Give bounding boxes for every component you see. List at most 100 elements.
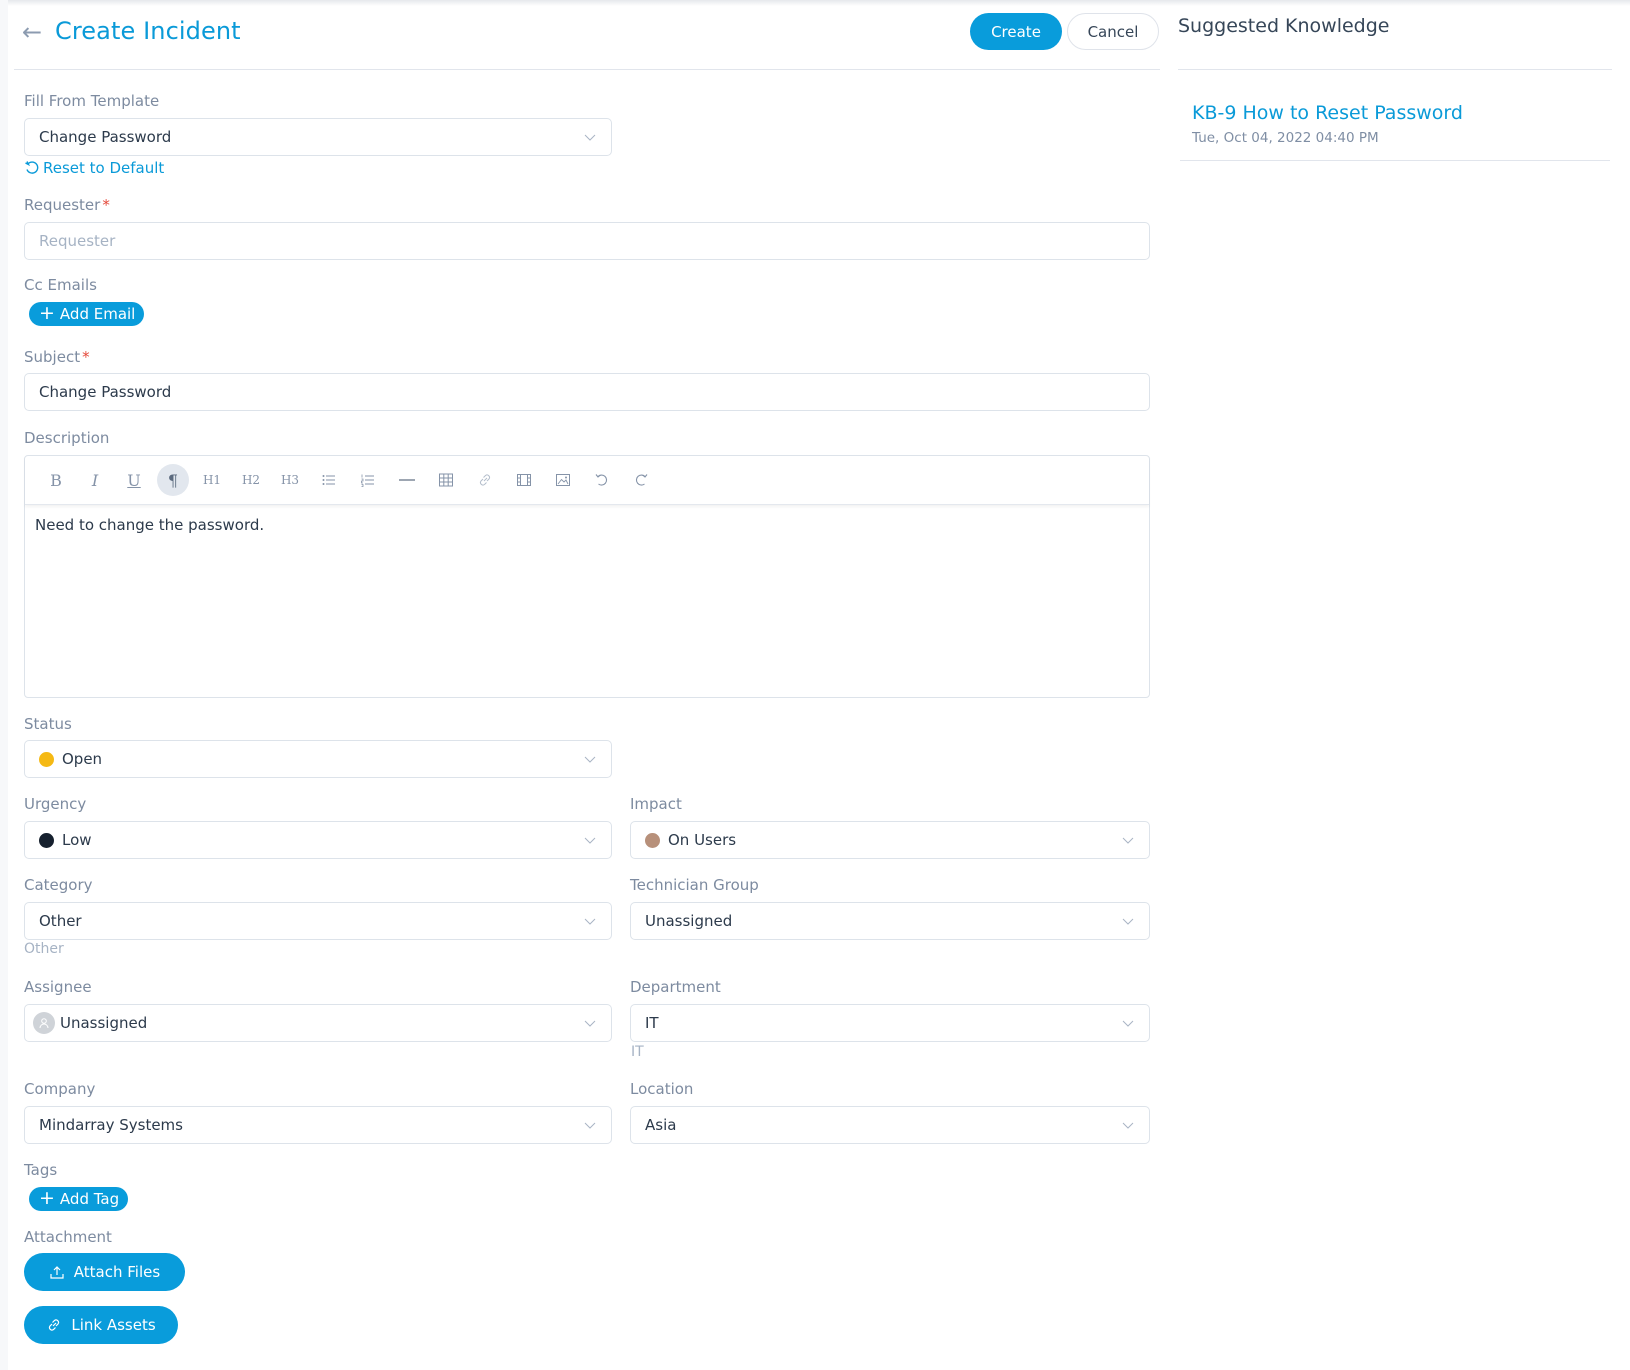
horizontal-rule-icon[interactable] <box>391 464 423 496</box>
knowledge-divider <box>1178 69 1612 70</box>
user-icon <box>39 1018 49 1029</box>
reset-icon <box>25 161 39 174</box>
heading2-icon[interactable]: H2 <box>235 464 267 496</box>
assignee-value: Unassigned <box>60 1014 148 1032</box>
plus-icon: + <box>39 301 55 324</box>
required-asterisk: * <box>82 348 90 366</box>
description-text[interactable]: Need to change the password. <box>35 514 1139 536</box>
top-shadow <box>0 0 1630 6</box>
location-label: Location <box>630 1080 694 1098</box>
cc-emails-label: Cc Emails <box>24 276 97 294</box>
urgency-label: Urgency <box>24 795 87 813</box>
subject-label-text: Subject <box>24 348 81 366</box>
upload-icon <box>50 1266 64 1279</box>
requester-label-text: Requester <box>24 196 101 214</box>
location-select[interactable]: Asia <box>630 1106 1150 1144</box>
chevron-down-icon <box>1122 1122 1134 1129</box>
requester-input[interactable]: Requester <box>24 222 1150 260</box>
requester-placeholder: Requester <box>39 232 116 250</box>
subject-label: Subject * <box>24 347 90 367</box>
status-select[interactable]: Open <box>24 740 612 778</box>
tags-label: Tags <box>24 1161 58 1179</box>
category-select[interactable]: Other <box>24 902 612 940</box>
attachment-label: Attachment <box>24 1228 112 1246</box>
category-hint: Other <box>24 941 64 957</box>
technician-group-select[interactable]: Unassigned <box>630 902 1150 940</box>
chevron-down-icon <box>1122 918 1134 925</box>
link-icon <box>49 1319 60 1331</box>
department-label: Department <box>630 978 721 996</box>
bold-icon[interactable]: B <box>40 464 72 496</box>
heading3-icon[interactable]: H3 <box>274 464 306 496</box>
reset-label: Reset to Default <box>43 159 165 177</box>
create-button[interactable]: Create <box>970 13 1062 50</box>
knowledge-article-date: Tue, Oct 04, 2022 04:40 PM <box>1192 130 1379 146</box>
paragraph-icon[interactable]: ¶ <box>157 464 189 496</box>
requester-label: Requester * <box>24 195 110 215</box>
left-edge <box>0 0 8 1370</box>
chevron-down-icon <box>584 1122 596 1129</box>
assignee-label: Assignee <box>24 978 92 996</box>
description-editor[interactable]: B I U ¶ H1 H2 H3 Need to change the pass… <box>24 455 1150 698</box>
attach-files-label: Attach Files <box>73 1263 161 1281</box>
knowledge-item-divider <box>1180 160 1610 161</box>
subject-value: Change Password <box>39 383 172 401</box>
department-value: IT <box>645 1014 659 1032</box>
plus-icon: + <box>39 1186 55 1209</box>
redo-icon[interactable] <box>625 464 657 496</box>
header-divider <box>14 69 1160 70</box>
image-icon[interactable] <box>547 464 579 496</box>
editor-toolbar: B I U ¶ H1 H2 H3 <box>25 456 1149 505</box>
template-label: Fill From Template <box>24 92 160 110</box>
heading1-icon[interactable]: H1 <box>196 464 228 496</box>
impact-select[interactable]: On Users <box>630 821 1150 859</box>
attach-files-button[interactable]: Attach Files <box>24 1253 185 1291</box>
page-title: Create Incident <box>55 17 241 45</box>
add-email-label: Add Email <box>59 305 136 323</box>
template-select[interactable]: Change Password <box>24 118 612 156</box>
company-select[interactable]: Mindarray Systems <box>24 1106 612 1144</box>
italic-icon[interactable]: I <box>79 464 111 496</box>
reset-to-default-link[interactable]: Reset to Default <box>24 158 164 178</box>
technician-group-value: Unassigned <box>645 912 733 930</box>
chevron-down-icon <box>584 918 596 925</box>
add-tag-button[interactable]: + Add Tag <box>29 1186 129 1211</box>
status-label: Status <box>24 715 72 733</box>
video-icon[interactable] <box>508 464 540 496</box>
suggested-knowledge-title: Suggested Knowledge <box>1178 15 1390 37</box>
avatar <box>33 1012 55 1034</box>
undo-icon[interactable] <box>586 464 618 496</box>
bullet-list-icon[interactable] <box>313 464 345 496</box>
department-hint: IT <box>631 1044 644 1060</box>
knowledge-article-link[interactable]: KB-9 How to Reset Password <box>1192 100 1463 126</box>
status-value: Open <box>62 750 103 768</box>
add-email-button[interactable]: + Add Email <box>29 301 145 326</box>
urgency-select[interactable]: Low <box>24 821 612 859</box>
ordered-list-icon[interactable] <box>352 464 384 496</box>
required-asterisk: * <box>102 196 110 214</box>
category-label: Category <box>24 876 93 894</box>
table-icon[interactable] <box>430 464 462 496</box>
chevron-down-icon <box>584 837 596 844</box>
urgency-color-dot <box>39 832 54 848</box>
chevron-down-icon <box>1122 837 1134 844</box>
impact-color-dot <box>645 832 660 848</box>
company-label: Company <box>24 1080 96 1098</box>
cancel-button[interactable]: Cancel <box>1067 13 1159 50</box>
department-select[interactable]: IT <box>630 1004 1150 1042</box>
underline-icon[interactable]: U <box>118 464 150 496</box>
link-assets-button[interactable]: Link Assets <box>24 1306 178 1344</box>
location-value: Asia <box>645 1116 677 1134</box>
urgency-value: Low <box>62 831 92 849</box>
link-icon[interactable] <box>469 464 501 496</box>
chevron-down-icon <box>1122 1020 1134 1027</box>
chevron-down-icon <box>584 134 596 141</box>
template-value: Change Password <box>39 128 172 146</box>
status-color-dot <box>39 751 54 767</box>
assignee-select[interactable]: Unassigned <box>24 1004 612 1042</box>
back-arrow-icon[interactable]: ← <box>22 18 42 46</box>
impact-label: Impact <box>630 795 682 813</box>
company-value: Mindarray Systems <box>39 1116 183 1134</box>
link-assets-label: Link Assets <box>71 1316 156 1334</box>
subject-input[interactable]: Change Password <box>24 373 1150 411</box>
